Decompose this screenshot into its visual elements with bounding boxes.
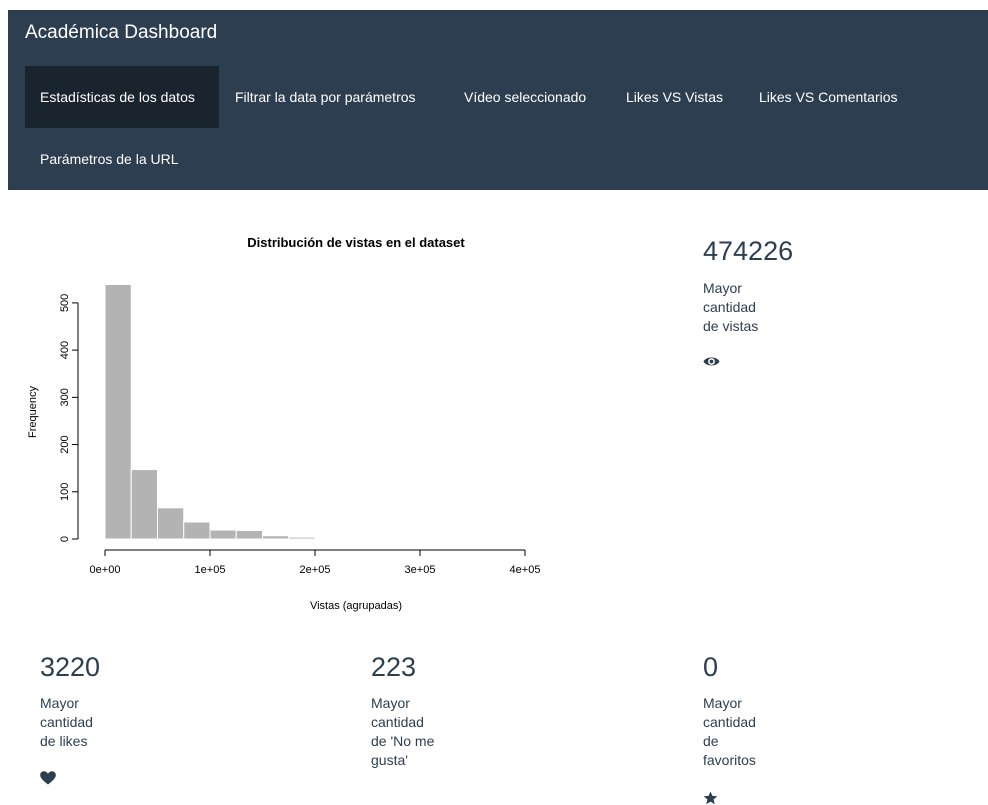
histogram-bar (157, 507, 185, 540)
x-tick-label: 0e+00 (90, 564, 121, 576)
heart-icon (40, 771, 56, 785)
views-histogram: Distribución de vistas en el dataset Fre… (27, 235, 541, 612)
tab-likes-vs-comentarios[interactable]: Likes VS Comentarios (744, 66, 898, 128)
histogram-bar (104, 283, 132, 540)
histogram-bar (235, 530, 263, 540)
histogram-bar (419, 537, 447, 540)
x-axis: 0e+00 1e+05 2e+05 3e+05 4e+05 (90, 549, 541, 576)
histogram-bars (104, 283, 473, 540)
chart-title: Distribución de vistas en el dataset (247, 235, 465, 250)
tab-filtrar[interactable]: Filtrar la data por parámetros (219, 66, 416, 128)
max-likes-value: 3220 (40, 652, 101, 682)
y-tick-label: 300 (59, 388, 71, 406)
app-title[interactable]: Académica Dashboard (25, 22, 217, 44)
max-views-label: Mayor cantidad de vistas (703, 280, 759, 334)
x-tick-label: 3e+05 (405, 564, 436, 576)
histogram-bar (183, 521, 211, 540)
y-tick-label: 400 (59, 341, 71, 359)
navbar: Académica Dashboard Estadísticas de los … (8, 10, 988, 190)
tab-likes-vs-vistas[interactable]: Likes VS Vistas (611, 66, 723, 128)
chart-ylabel: Frequency (27, 386, 39, 438)
y-tick-label: 0 (59, 536, 71, 542)
max-favorites-label: Mayor cantidad de favoritos (703, 695, 756, 768)
tab-parametros-url[interactable]: Parámetros de la URL (25, 128, 179, 190)
histogram-bar (209, 529, 237, 540)
eye-icon (703, 357, 720, 366)
histogram-bar (262, 535, 290, 540)
y-tick-label: 100 (59, 483, 71, 501)
histogram-bar (445, 537, 473, 540)
y-tick-label: 200 (59, 435, 71, 453)
max-likes-label: Mayor cantidad de likes (40, 695, 93, 749)
max-favorites-value: 0 (703, 652, 719, 682)
x-tick-label: 4e+05 (510, 564, 541, 576)
max-dislikes-label: Mayor cantidad de 'No me gusta' (371, 695, 435, 768)
y-tick-label: 500 (59, 294, 71, 312)
max-dislikes-value: 223 (371, 652, 417, 682)
x-tick-label: 2e+05 (300, 564, 331, 576)
star-icon (703, 791, 718, 805)
y-axis: 0 100 200 300 400 500 (59, 294, 79, 542)
histogram-bar (288, 536, 316, 540)
histogram-bar (130, 469, 158, 540)
max-views-value: 474226 (703, 236, 794, 266)
tab-video-seleccionado[interactable]: Vídeo seleccionado (449, 66, 586, 128)
chart-xlabel: Vistas (agrupadas) (310, 600, 402, 612)
histogram-bar (314, 537, 342, 540)
x-tick-label: 1e+05 (195, 564, 226, 576)
tab-estadisticas[interactable]: Estadísticas de los datos (25, 66, 219, 128)
